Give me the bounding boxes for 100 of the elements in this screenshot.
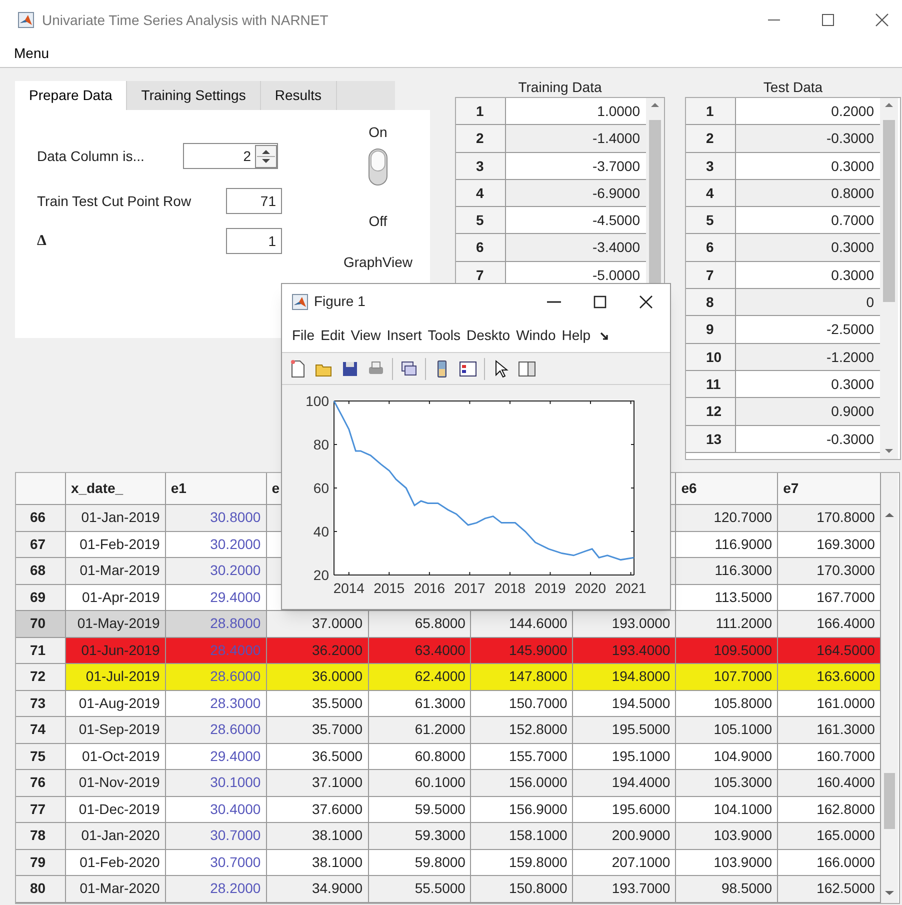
menu-item[interactable]: File xyxy=(292,325,315,346)
table-cell: 30.2000 xyxy=(166,532,267,557)
row-number: 6 xyxy=(456,234,506,261)
table-cell: 103.9000 xyxy=(676,850,778,875)
table-cell: 55.5000 xyxy=(368,876,472,902)
table-cell: -6.9000 xyxy=(506,180,646,206)
table-cell: 107.7000 xyxy=(676,664,778,690)
field-label: Δ xyxy=(37,232,48,251)
table-cell: 159.8000 xyxy=(471,850,574,875)
table-cell: 28.3000 xyxy=(166,690,267,716)
table-cell: 116.9000 xyxy=(676,532,778,557)
row-number: 1 xyxy=(686,98,736,124)
table-cell: 01-Mar-2020 xyxy=(66,876,166,902)
table-cell: 38.1000 xyxy=(266,823,369,848)
table-cell: 103.9000 xyxy=(676,823,778,848)
row-number: 10 xyxy=(686,344,736,370)
text-field[interactable]: 1 xyxy=(226,228,282,254)
menu-item[interactable]: Tools xyxy=(428,325,460,346)
table-cell: 28.8000 xyxy=(166,611,267,636)
tab[interactable]: Training Settings xyxy=(127,81,261,110)
menu-item[interactable]: Menu xyxy=(14,43,50,64)
row-number: 6 xyxy=(686,234,736,261)
table-cell: 01-Nov-2019 xyxy=(66,770,166,796)
row-number: 2 xyxy=(456,125,506,152)
close-icon[interactable] xyxy=(874,12,890,28)
menu-item[interactable]: Windo xyxy=(516,325,556,346)
table-cell: 01-Jul-2019 xyxy=(66,664,166,690)
window-title: Figure 1 xyxy=(314,292,366,311)
table-cell: 01-Aug-2019 xyxy=(66,690,166,716)
row-number: 12 xyxy=(686,398,736,425)
table-cell: 150.8000 xyxy=(471,876,574,902)
switch-caption: GraphView xyxy=(343,253,412,272)
table-cell: 104.1000 xyxy=(676,796,778,822)
table-cell: 01-Dec-2019 xyxy=(66,796,166,822)
table-cell: 01-Mar-2019 xyxy=(66,558,166,584)
tick-label: 2020 xyxy=(574,580,606,596)
table-cell: 37.1000 xyxy=(266,770,369,796)
text-field[interactable]: 71 xyxy=(226,188,282,214)
table-cell: 147.8000 xyxy=(471,664,574,690)
menu-item[interactable]: Insert xyxy=(386,325,422,346)
table-cell: 29.4000 xyxy=(166,584,267,610)
table-cell: 35.5000 xyxy=(266,690,369,716)
table-cell: 120.7000 xyxy=(676,505,778,530)
table-cell: 35.7000 xyxy=(266,717,369,742)
column-header[interactable]: e xyxy=(272,478,280,499)
menu-item[interactable]: Edit xyxy=(320,325,345,346)
menu-item[interactable]: View xyxy=(350,325,381,346)
column-header[interactable]: e6 xyxy=(681,478,697,499)
table-cell: 152.8000 xyxy=(471,717,574,742)
table-cell: 0.8000 xyxy=(736,180,880,206)
column-header[interactable]: e1 xyxy=(170,478,186,499)
table-cell: 30.4000 xyxy=(166,796,267,822)
table-cell: 113.5000 xyxy=(676,584,778,610)
menu-item[interactable]: Help xyxy=(562,325,591,346)
table-cell: 29.4000 xyxy=(166,744,267,769)
menu-item[interactable]: Deskto xyxy=(466,325,510,346)
table-cell: 207.1000 xyxy=(573,850,676,875)
table-cell: 28.6000 xyxy=(166,664,267,690)
tab[interactable]: Prepare Data xyxy=(15,81,128,110)
table-cell: 144.6000 xyxy=(471,611,574,636)
tick-label: 2019 xyxy=(534,580,566,596)
panel-icon[interactable] xyxy=(517,358,537,378)
switch-label: Off xyxy=(368,212,388,231)
overflow-icon[interactable] xyxy=(598,330,609,342)
tick-label: 2018 xyxy=(494,580,526,596)
table-cell: 116.3000 xyxy=(676,558,778,584)
table-cell: 59.3000 xyxy=(368,823,472,848)
table-cell: 0 xyxy=(736,289,880,316)
row-number: 5 xyxy=(456,207,506,234)
legend-icon[interactable] xyxy=(458,358,478,378)
tick-label: 20 xyxy=(313,567,329,583)
windows-icon[interactable] xyxy=(399,358,419,378)
table-cell: 28.6000 xyxy=(166,717,267,742)
table-cell: 105.1000 xyxy=(676,717,778,742)
toggle-switch[interactable] xyxy=(366,147,390,187)
scrollbar[interactable] xyxy=(880,98,898,459)
column-header[interactable]: x_date_ xyxy=(70,478,124,499)
tick-label: 100 xyxy=(306,393,329,409)
row-number: 4 xyxy=(686,180,736,206)
scrollbar[interactable] xyxy=(881,473,898,903)
table-cell: 01-Feb-2019 xyxy=(66,532,166,557)
row-number: 73 xyxy=(16,690,66,716)
table-cell: 195.6000 xyxy=(573,796,676,822)
table-cell: 30.8000 xyxy=(166,505,267,530)
table-cell: 155.7000 xyxy=(471,744,574,769)
tab[interactable]: Results xyxy=(260,81,337,110)
close-icon[interactable] xyxy=(638,294,654,310)
table-cell: 98.5000 xyxy=(676,876,778,902)
row-number: 71 xyxy=(16,638,66,663)
table-cell: 01-Jun-2019 xyxy=(66,638,166,663)
maximize-icon[interactable] xyxy=(592,294,608,310)
row-number: 77 xyxy=(16,796,66,822)
maximize-icon[interactable] xyxy=(820,12,836,28)
table-cell: -1.4000 xyxy=(506,125,646,152)
table-cell: 01-Jan-2019 xyxy=(66,505,166,530)
number-spinner[interactable]: 2 xyxy=(183,143,278,169)
table-cell: 105.3000 xyxy=(676,770,778,796)
column-header[interactable]: e7 xyxy=(783,478,799,499)
table-cell: 01-Feb-2020 xyxy=(66,850,166,875)
spinner-arrows-icon[interactable] xyxy=(255,144,277,168)
